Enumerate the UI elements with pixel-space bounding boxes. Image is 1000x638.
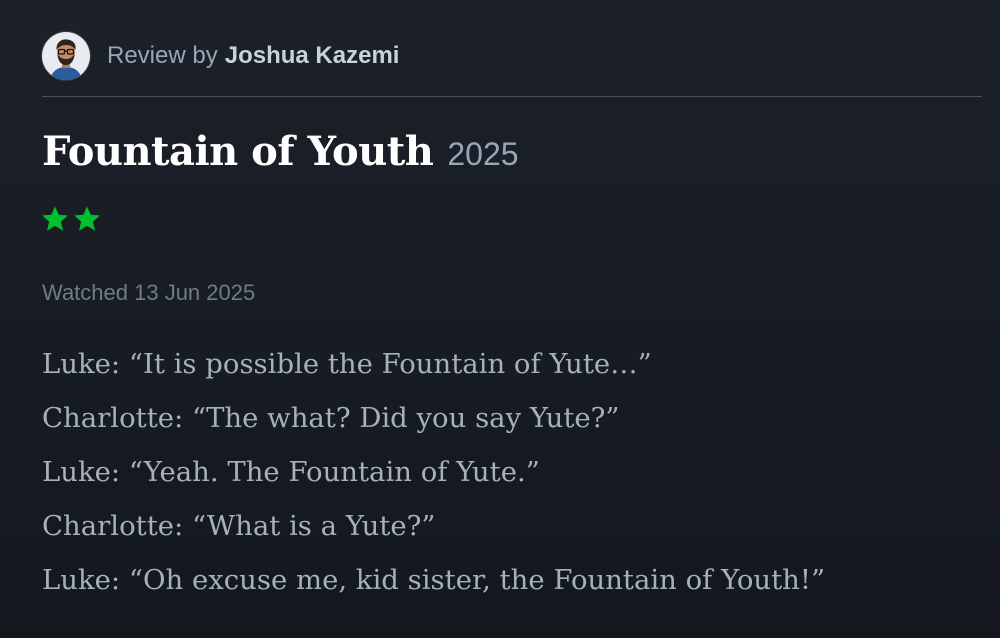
- star-icon: [42, 206, 68, 231]
- user-avatar-icon: [42, 32, 90, 80]
- film-title-link[interactable]: Fountain of Youth: [42, 128, 434, 175]
- review-body: Luke: “It is possible the Fountain of Yu…: [42, 340, 982, 610]
- film-year-link[interactable]: 2025: [447, 136, 518, 173]
- review-line: Charlotte: “What is a Yute?”: [42, 510, 436, 542]
- star-icon: [74, 206, 100, 231]
- author-name-link[interactable]: Joshua Kazemi: [225, 42, 400, 70]
- review-line: Charlotte: “The what? Did you say Yute?”: [42, 402, 620, 434]
- header-divider: [42, 96, 982, 97]
- watched-date: Watched 13 Jun 2025: [42, 280, 256, 305]
- film-title-row: Fountain of Youth 2025: [42, 128, 519, 175]
- star-rating: [40, 202, 104, 236]
- byline-prefix: Review by: [107, 42, 218, 69]
- byline: Review by Joshua Kazemi: [107, 42, 399, 70]
- review-line: Luke: “It is possible the Fountain of Yu…: [42, 348, 652, 380]
- avatar[interactable]: [42, 32, 90, 80]
- review-header: Review by Joshua Kazemi: [42, 32, 982, 80]
- review-line: Luke: “Oh excuse me, kid sister, the Fou…: [42, 564, 825, 596]
- review-line: Luke: “Yeah. The Fountain of Yute.”: [42, 456, 540, 488]
